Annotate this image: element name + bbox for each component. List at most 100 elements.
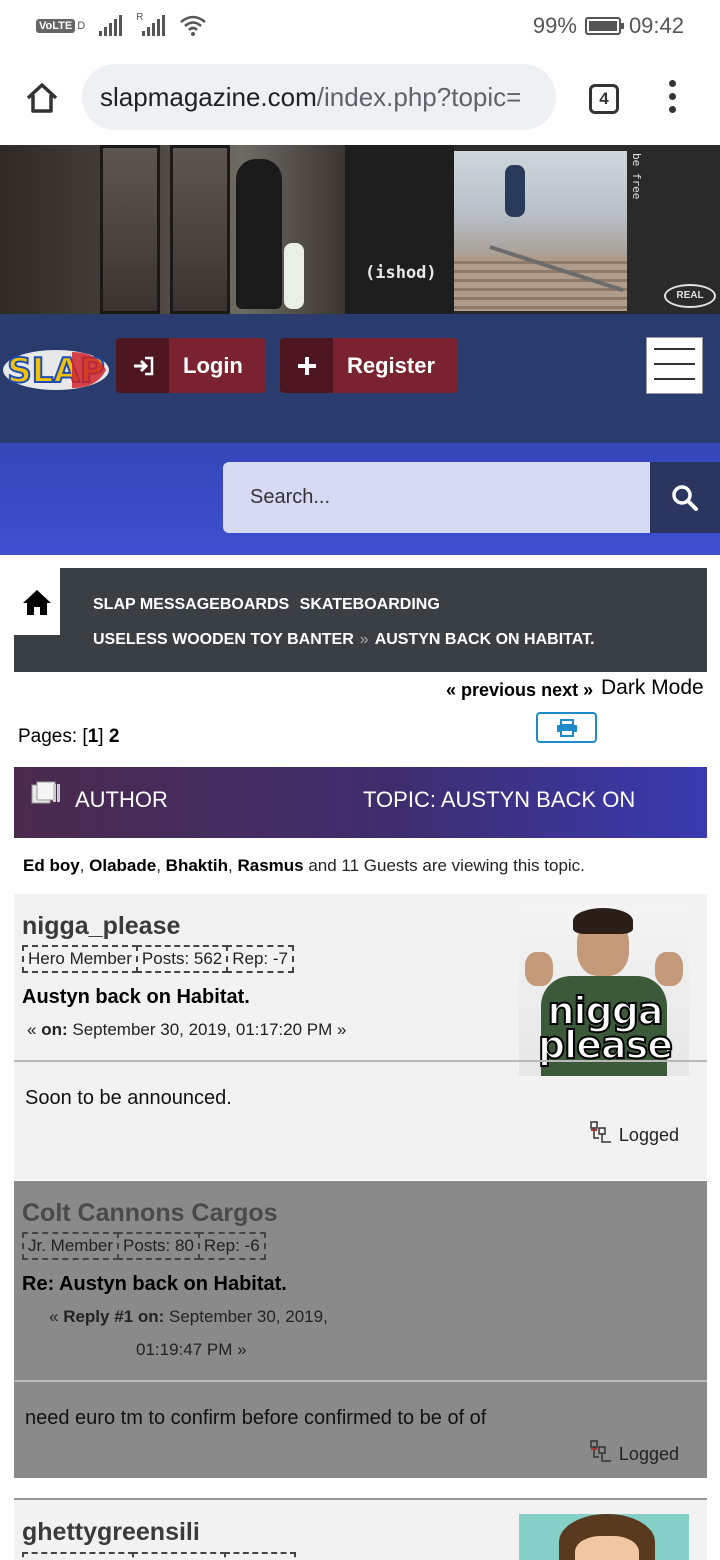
post-author[interactable]: ghettygreensili xyxy=(22,1518,200,1547)
post-date: September 30, 2019, xyxy=(169,1307,328,1326)
dark-mode-toggle[interactable]: Dark Mode xyxy=(601,676,704,700)
slap-logo[interactable]: SLAP xyxy=(2,348,110,392)
author-badges xyxy=(22,1552,296,1560)
volte-indicator: VoLTE xyxy=(36,19,76,33)
avatar-caption-line-2: please xyxy=(537,1023,674,1067)
post-count: Posts: 80 xyxy=(117,1232,200,1260)
avatar-caption: nigga please xyxy=(527,991,683,1067)
avatar[interactable] xyxy=(519,1514,689,1560)
search-input[interactable]: Search... xyxy=(223,462,650,533)
register-label: Register xyxy=(347,352,436,378)
browser-home-icon[interactable] xyxy=(24,80,60,116)
signal-icon xyxy=(99,15,123,36)
browser-toolbar: slapmagazine.com/index.php?topic= 4 xyxy=(0,52,720,145)
main-content: SLAP MESSAGEBOARDS SKATEBOARDING USELESS… xyxy=(0,555,720,1560)
breadcrumb: SLAP MESSAGEBOARDS SKATEBOARDING USELESS… xyxy=(14,568,707,672)
meta-suffix: » xyxy=(232,1340,247,1359)
meta-on[interactable]: Reply #1 on: xyxy=(63,1307,164,1326)
author-badges: Hero Member Posts: 562 Rep: -7 xyxy=(22,945,294,973)
breadcrumb-item[interactable]: AUSTYN BACK ON HABITAT. xyxy=(375,631,595,648)
member-rank: Hero Member xyxy=(22,945,138,973)
roaming-label: R xyxy=(136,12,144,23)
url-path: /index.php?topic= xyxy=(316,82,522,112)
login-button[interactable]: Login xyxy=(116,338,266,393)
post-meta: « on: September 30, 2019, 01:17:20 PM » xyxy=(27,1020,346,1040)
pagination-label: Pages: xyxy=(18,726,78,747)
post-time: 01:19:47 PM xyxy=(136,1340,233,1359)
banner-photo-left xyxy=(0,145,345,314)
tab-switcher-button[interactable]: 4 xyxy=(589,84,619,114)
ip-logged-icon xyxy=(590,1440,611,1462)
nav-prefix: « xyxy=(446,680,457,700)
logged-label: Logged xyxy=(618,1125,679,1145)
current-page: 1 xyxy=(87,726,99,747)
meta-prefix: « xyxy=(49,1307,64,1326)
meta-on: on: xyxy=(41,1020,68,1039)
logged-indicator: Logged xyxy=(589,1120,679,1146)
site-header: SLAP Login Register xyxy=(0,314,720,443)
battery-icon xyxy=(584,17,624,35)
search-button[interactable] xyxy=(650,462,720,533)
author-column-label: AUTHOR xyxy=(75,787,168,812)
search-section: Search... xyxy=(0,443,720,555)
viewer-link[interactable]: Bhaktih xyxy=(166,856,228,875)
viewer-link[interactable]: Rasmus xyxy=(237,856,303,875)
topic-icon xyxy=(31,781,60,804)
breadcrumb-line-1: SLAP MESSAGEBOARDS SKATEBOARDING xyxy=(93,596,446,614)
ip-logged-icon xyxy=(590,1121,611,1143)
post-meta: « Reply #1 on: September 30, 2019, xyxy=(49,1307,328,1327)
post: nigga_please Hero Member Posts: 562 Rep:… xyxy=(14,894,707,1180)
member-rank: Jr. Member xyxy=(22,1232,120,1260)
breadcrumb-item[interactable]: USELESS WOODEN TOY BANTER xyxy=(93,631,354,648)
skater-figure-2 xyxy=(505,165,525,217)
reputation: Rep: -6 xyxy=(197,1232,266,1260)
address-bar[interactable]: slapmagazine.com/index.php?topic= xyxy=(82,64,556,130)
post-subject[interactable]: Austyn back on Habitat. xyxy=(22,986,250,1009)
post-subject[interactable]: Re: Austyn back on Habitat. xyxy=(22,1273,287,1296)
post-date: September 30, 2019, 01:17:20 PM xyxy=(72,1020,333,1039)
nav-suffix: » xyxy=(583,680,594,700)
avatar[interactable]: nigga please xyxy=(519,906,689,1076)
logged-indicator: Logged xyxy=(589,1439,679,1465)
skater-figure xyxy=(236,159,282,309)
logged-label: Logged xyxy=(618,1444,679,1464)
author-badges: Jr. Member Posts: 80 Rep: -6 xyxy=(22,1232,266,1260)
breadcrumb-home-icon[interactable] xyxy=(14,568,60,635)
meta-prefix: « xyxy=(27,1020,42,1039)
topic-navigation: « previous next » xyxy=(446,680,593,701)
viewer-link[interactable]: Olabade xyxy=(89,856,156,875)
viewer-link[interactable]: Ed boy xyxy=(23,856,80,875)
page-link-2[interactable]: 2 xyxy=(109,726,120,747)
breadcrumb-separator: » xyxy=(359,631,369,648)
breadcrumb-item[interactable]: SLAP MESSAGEBOARDS xyxy=(93,596,289,613)
hamburger-menu-icon[interactable] xyxy=(646,337,703,394)
clock: 09:42 xyxy=(628,13,684,38)
login-label: Login xyxy=(183,352,243,378)
post-count: Posts: 562 xyxy=(135,945,229,973)
post-meta-line-2: 01:19:47 PM » xyxy=(136,1340,247,1360)
browser-menu-icon[interactable] xyxy=(664,80,680,120)
post: ghettygreensili xyxy=(14,1498,707,1560)
post-body: Soon to be announced. xyxy=(25,1087,232,1109)
next-topic-link[interactable]: next xyxy=(541,680,578,700)
sign-in-icon xyxy=(116,338,169,393)
pagination: Pages: [1] 2 xyxy=(18,726,120,747)
brand-logo: REAL xyxy=(664,284,716,308)
post-author[interactable]: Colt Cannons Cargos xyxy=(22,1199,278,1228)
skateboard-shape xyxy=(284,243,304,309)
print-button[interactable] xyxy=(536,712,597,743)
search-icon xyxy=(672,484,698,511)
post-author[interactable]: nigga_please xyxy=(22,912,180,941)
previous-topic-link[interactable]: previous xyxy=(461,680,536,700)
battery-percent: 99% xyxy=(532,13,577,38)
post-body: need euro tm to confirm before confirmed… xyxy=(25,1407,487,1429)
plus-icon xyxy=(280,338,333,393)
breadcrumb-item[interactable]: SKATEBOARDING xyxy=(300,596,440,613)
reputation: Rep: -7 xyxy=(226,945,294,973)
volte-sub: D xyxy=(77,20,86,32)
ad-banner[interactable]: (ishod) be free REAL xyxy=(0,145,720,314)
register-button[interactable]: Register xyxy=(280,338,458,393)
breadcrumb-line-2: USELESS WOODEN TOY BANTER » AUSTYN BACK ON… xyxy=(93,631,601,649)
banner-side-text: be free xyxy=(630,153,643,200)
print-icon xyxy=(556,718,577,737)
